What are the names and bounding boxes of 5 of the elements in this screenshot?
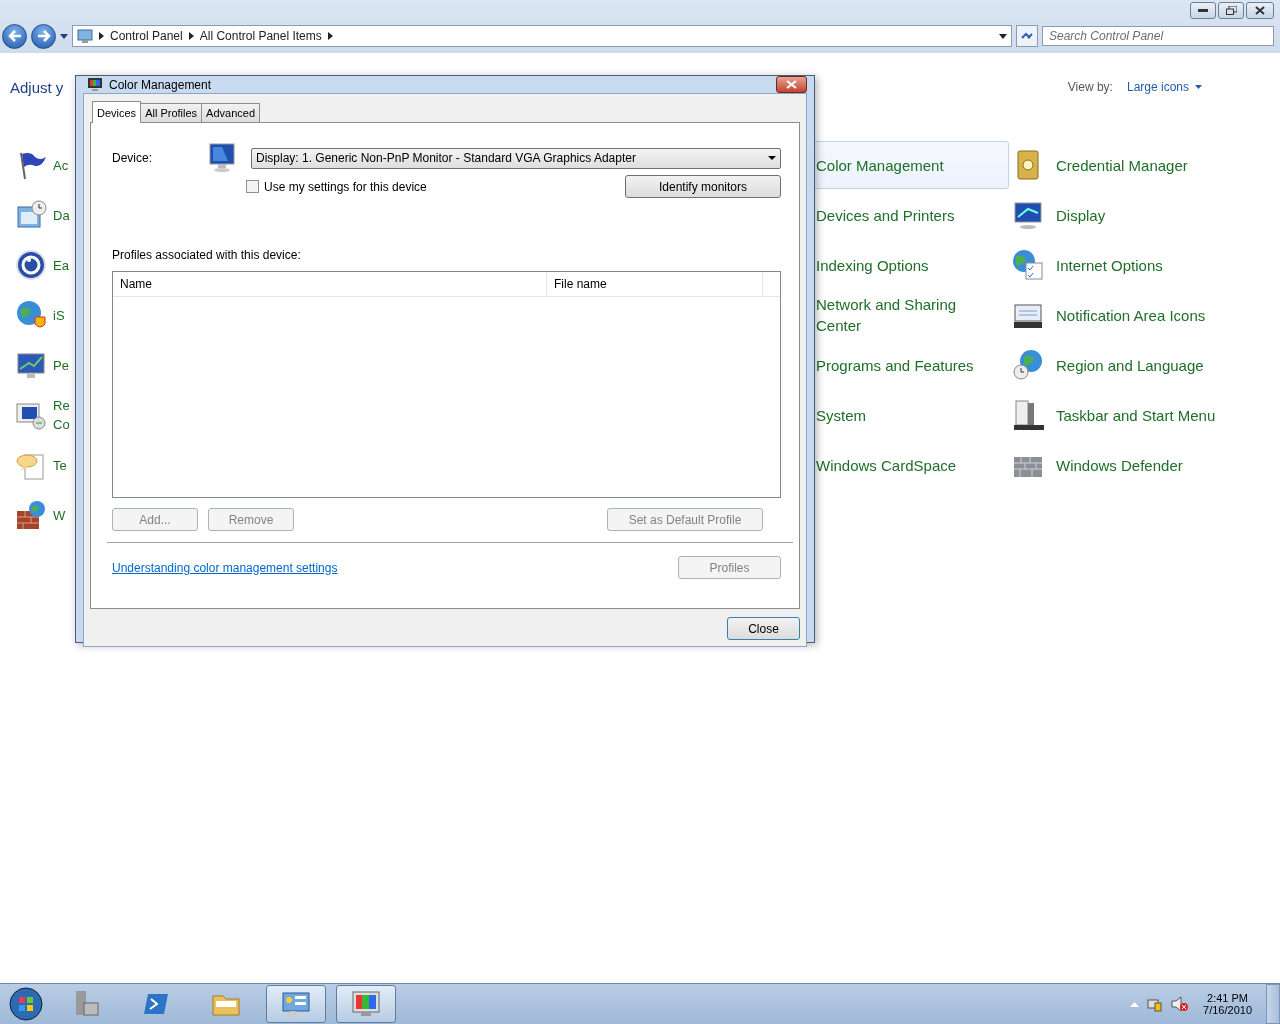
page-heading: Adjust y — [10, 78, 64, 96]
device-label: Device: — [112, 151, 153, 165]
dialog-title: Color Management — [109, 77, 213, 92]
view-by-label: View by: — [1067, 80, 1113, 94]
profiles-label: Profiles associated with this device: — [112, 248, 301, 262]
